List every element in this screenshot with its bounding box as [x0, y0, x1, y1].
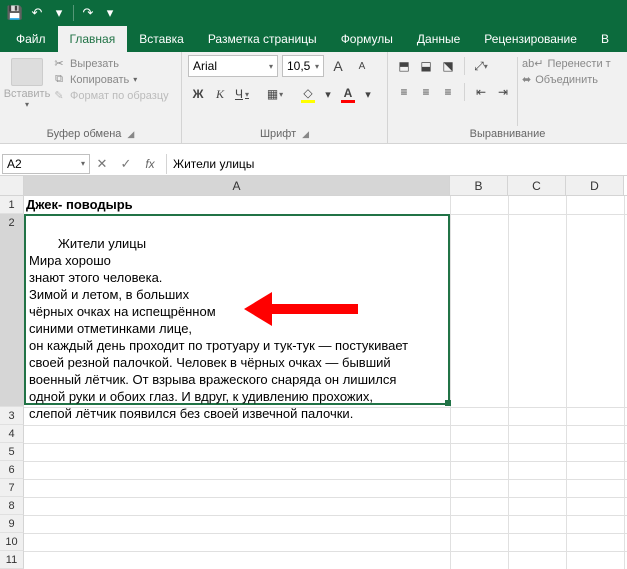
enter-icon[interactable]: ✓ [114, 156, 138, 172]
row-header[interactable]: 5 [0, 443, 24, 461]
copy-icon: ⧉ [52, 73, 66, 86]
undo-icon[interactable]: ↶ [26, 2, 48, 24]
quick-access-toolbar: 💾 ↶ ▾ ↷ ▾ [0, 0, 627, 26]
tab-formulas[interactable]: Формулы [329, 26, 405, 52]
qat-customize-icon[interactable]: ▾ [99, 2, 121, 24]
tab-review[interactable]: Рецензирование [472, 26, 589, 52]
tab-file[interactable]: Файл [4, 26, 58, 52]
cut-button[interactable]: ✂Вырезать [52, 57, 169, 70]
group-alignment: ⬒ ⬓ ⬔ ⤢▾ ≡ ≡ ≡ ⇤ ⇥ ab↵Перенести т [388, 52, 627, 143]
undo-more-icon[interactable]: ▾ [48, 2, 70, 24]
tab-home[interactable]: Главная [58, 26, 128, 52]
group-font-label: Шрифт [260, 128, 296, 140]
tab-more[interactable]: В [589, 26, 621, 52]
fx-icon[interactable]: fx [138, 157, 162, 171]
align-top-button[interactable]: ⬒ [394, 55, 414, 77]
paste-button[interactable]: Вставить ▾ [6, 55, 48, 128]
orientation-button[interactable]: ⤢▾ [471, 55, 491, 77]
save-icon[interactable]: 💾 [4, 2, 26, 24]
wrap-icon: ab↵ [522, 57, 543, 70]
cell-a1[interactable]: Джек- поводырь [24, 196, 450, 214]
font-color-button[interactable]: А [338, 83, 358, 105]
worksheet-grid[interactable]: A B C D 1 2 3 4 5 6 7 8 9 10 11 [0, 176, 627, 569]
col-header-d[interactable]: D [566, 176, 624, 195]
group-font: Arial▾ 10,5▾ A A Ж К Ч▾ ▦▾ ◇ ▾ А ▾ Шрифт ◢ [182, 52, 388, 143]
row-header[interactable]: 11 [0, 551, 24, 569]
tab-pagelayout[interactable]: Разметка страницы [196, 26, 329, 52]
cancel-icon[interactable]: ✕ [90, 156, 114, 172]
fill-color-button[interactable]: ◇ [298, 83, 318, 105]
name-box[interactable]: A2▾ [2, 154, 90, 174]
decrease-indent-button[interactable]: ⇤ [471, 81, 491, 103]
increase-indent-button[interactable]: ⇥ [493, 81, 513, 103]
wrap-text-button[interactable]: ab↵Перенести т [522, 57, 611, 70]
row-header[interactable]: 2 [0, 214, 24, 407]
row-header[interactable]: 8 [0, 497, 24, 515]
scissors-icon: ✂ [52, 57, 66, 70]
row-header[interactable]: 6 [0, 461, 24, 479]
copy-button[interactable]: ⧉Копировать▾ [52, 73, 169, 86]
italic-button[interactable]: К [210, 83, 230, 105]
merge-button[interactable]: ⬌Объединить [522, 73, 611, 86]
redo-icon[interactable]: ↷ [77, 2, 99, 24]
cell-text: Жители улицы Мира хорошо знают этого чел… [29, 236, 408, 421]
group-clipboard-label: Буфер обмена [47, 128, 122, 140]
align-middle-button[interactable]: ⬓ [416, 55, 436, 77]
grow-font-button[interactable]: A [328, 55, 348, 77]
tab-data[interactable]: Данные [405, 26, 472, 52]
underline-button[interactable]: Ч▾ [232, 83, 252, 105]
row-header[interactable]: 9 [0, 515, 24, 533]
col-header-b[interactable]: B [450, 176, 508, 195]
shrink-font-button[interactable]: A [352, 55, 372, 77]
cell-a2-editing[interactable]: Жители улицы Мира хорошо знают этого чел… [24, 214, 450, 405]
row-header[interactable]: 10 [0, 533, 24, 551]
row-header[interactable]: 7 [0, 479, 24, 497]
align-center-button[interactable]: ≡ [416, 81, 436, 103]
clipboard-icon [11, 58, 43, 86]
bucket-icon: ◇ [303, 86, 312, 100]
col-header-a[interactable]: A [24, 176, 450, 195]
align-right-button[interactable]: ≡ [438, 81, 458, 103]
tab-insert[interactable]: Вставка [127, 26, 196, 52]
group-alignment-label: Выравнивание [470, 128, 546, 140]
format-painter-button[interactable]: ✎Формат по образцу [52, 89, 169, 102]
row-header[interactable]: 1 [0, 196, 24, 214]
row-headers: 1 2 3 4 5 6 7 8 9 10 11 [0, 196, 24, 569]
paste-label: Вставить [4, 88, 51, 100]
chevron-down-icon: ▾ [81, 159, 85, 168]
select-all-corner[interactable] [0, 176, 24, 195]
ribbon-tabs: Файл Главная Вставка Разметка страницы Ф… [0, 26, 627, 52]
ribbon: Вставить ▾ ✂Вырезать ⧉Копировать▾ ✎Форма… [0, 52, 627, 144]
row-header[interactable]: 3 [0, 407, 24, 425]
dialog-launcher-icon[interactable]: ◢ [127, 129, 134, 140]
formula-input[interactable] [166, 154, 627, 174]
group-clipboard: Вставить ▾ ✂Вырезать ⧉Копировать▾ ✎Форма… [0, 52, 182, 143]
dialog-launcher-icon[interactable]: ◢ [302, 129, 309, 140]
brush-icon: ✎ [52, 89, 66, 102]
font-name-combo[interactable]: Arial▾ [188, 55, 278, 77]
formula-bar: A2▾ ✕ ✓ fx [0, 152, 627, 176]
font-size-combo[interactable]: 10,5▾ [282, 55, 324, 77]
fill-handle[interactable] [445, 400, 451, 406]
chevron-down-icon: ▾ [25, 100, 29, 109]
chevron-down-icon: ▾ [315, 62, 319, 71]
align-left-button[interactable]: ≡ [394, 81, 414, 103]
chevron-down-icon: ▾ [269, 62, 273, 71]
align-bottom-button[interactable]: ⬔ [438, 55, 458, 77]
row-header[interactable]: 4 [0, 425, 24, 443]
borders-button[interactable]: ▦▾ [265, 83, 285, 105]
bold-button[interactable]: Ж [188, 83, 208, 105]
col-header-c[interactable]: C [508, 176, 566, 195]
merge-icon: ⬌ [522, 73, 531, 86]
